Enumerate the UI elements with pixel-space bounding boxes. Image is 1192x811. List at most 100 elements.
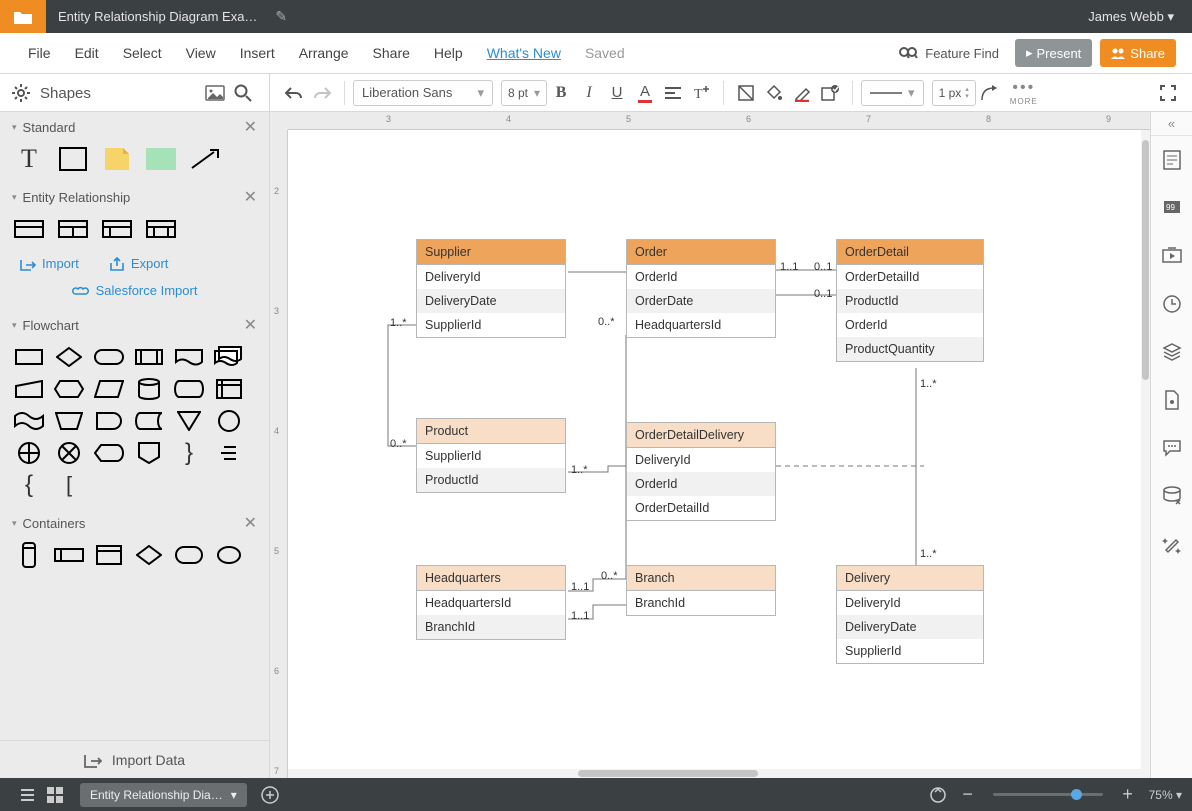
entity-delivery[interactable]: Delivery DeliveryId DeliveryDate Supplie… (836, 565, 984, 664)
menu-edit[interactable]: Edit (63, 45, 111, 61)
menu-help[interactable]: Help (422, 45, 475, 61)
fc-connector[interactable] (214, 410, 244, 432)
menu-view[interactable]: View (174, 45, 228, 61)
shape-er-4[interactable] (146, 218, 176, 240)
entity-order[interactable]: Order OrderId OrderDate HeadquartersId (626, 239, 776, 338)
fc-prep[interactable] (54, 378, 84, 400)
category-er[interactable]: ▾Entity Relationship✕ (0, 182, 269, 212)
entity-product[interactable]: Product SupplierId ProductId (416, 418, 566, 493)
scrollbar-vertical[interactable] (1141, 130, 1150, 778)
shape-er-2[interactable] (58, 218, 88, 240)
add-page-icon[interactable] (255, 780, 285, 810)
entity-headquarters[interactable]: Headquarters HeadquartersId BranchId (416, 565, 566, 640)
line-options-icon[interactable] (976, 79, 1004, 107)
align-icon[interactable] (659, 79, 687, 107)
close-icon[interactable]: ✕ (244, 117, 257, 137)
menu-share[interactable]: Share (361, 45, 422, 61)
fc-offpage[interactable] (134, 442, 164, 464)
er-export-link[interactable]: Export (109, 256, 169, 271)
shape-options-icon[interactable] (816, 79, 844, 107)
fc-bracket[interactable]: [ (54, 474, 84, 496)
sync-icon[interactable] (923, 780, 953, 810)
fc-multidoc[interactable] (214, 346, 244, 368)
shape-arrow[interactable] (190, 148, 220, 170)
fullscreen-icon[interactable] (1154, 79, 1182, 107)
text-color-icon[interactable]: A (631, 79, 659, 107)
insert-image-icon[interactable] (201, 79, 229, 107)
zoom-level[interactable]: 75% ▾ (1149, 788, 1182, 802)
fc-delay[interactable] (94, 410, 124, 432)
close-icon[interactable]: ✕ (244, 513, 257, 533)
shape-note[interactable] (102, 148, 132, 170)
menu-whats-new[interactable]: What's New (475, 45, 573, 61)
fc-papertape[interactable] (14, 410, 44, 432)
fill-color-icon[interactable] (760, 79, 788, 107)
shape-text[interactable]: T (14, 148, 44, 170)
rp-chat-icon[interactable] (1151, 424, 1192, 472)
cont-1[interactable] (14, 544, 44, 566)
cont-5[interactable] (174, 544, 204, 566)
zoom-out-icon[interactable]: − (953, 780, 983, 810)
gear-icon[interactable] (12, 84, 30, 102)
font-select[interactable]: Liberation Sans▾ (353, 80, 493, 106)
italic-icon[interactable]: I (575, 79, 603, 107)
fc-manualin[interactable] (14, 378, 44, 400)
fc-directdata[interactable] (174, 378, 204, 400)
close-icon[interactable]: ✕ (244, 315, 257, 335)
zoom-slider[interactable] (993, 793, 1103, 796)
redo-icon[interactable] (308, 79, 336, 107)
rp-present-icon[interactable] (1151, 232, 1192, 280)
cont-3[interactable] (94, 544, 124, 566)
search-icon[interactable] (229, 79, 257, 107)
category-standard[interactable]: ▾Standard✕ (0, 112, 269, 142)
fc-or[interactable] (14, 442, 44, 464)
fc-predef[interactable] (134, 346, 164, 368)
shape-fill-icon[interactable] (732, 79, 760, 107)
grid-view-icon[interactable] (40, 780, 70, 810)
collapse-panel-icon[interactable]: « (1151, 112, 1192, 136)
rp-layers-icon[interactable] (1151, 328, 1192, 376)
fc-brace-l[interactable]: { (14, 474, 44, 496)
shape-er-1[interactable] (14, 218, 44, 240)
rp-history-icon[interactable] (1151, 280, 1192, 328)
er-import-link[interactable]: Import (20, 256, 79, 271)
menu-insert[interactable]: Insert (228, 45, 287, 61)
entity-orderdetail[interactable]: OrderDetail OrderDetailId ProductId Orde… (836, 239, 984, 362)
line-width-select[interactable]: 1 px▴▾ (932, 80, 976, 106)
border-color-icon[interactable] (788, 79, 816, 107)
fc-note[interactable] (214, 442, 244, 464)
outline-view-icon[interactable] (10, 780, 40, 810)
rp-comment-icon[interactable]: 99 (1151, 184, 1192, 232)
entity-orderdetaildelivery[interactable]: OrderDetailDelivery DeliveryId OrderId O… (626, 422, 776, 521)
fc-data[interactable] (94, 378, 124, 400)
more-button[interactable]: •••MORE (1010, 79, 1038, 106)
entity-branch[interactable]: Branch BranchId (626, 565, 776, 616)
feature-find[interactable]: Feature Find (899, 46, 999, 61)
fc-storeddata[interactable] (134, 410, 164, 432)
fc-intstorage[interactable] (214, 378, 244, 400)
shape-block[interactable] (146, 148, 176, 170)
fc-decision[interactable] (54, 346, 84, 368)
rp-doc-icon[interactable] (1151, 376, 1192, 424)
shape-er-3[interactable] (102, 218, 132, 240)
cont-6[interactable] (214, 544, 244, 566)
page-tab[interactable]: Entity Relationship Dia…▾ (80, 783, 247, 807)
font-size-select[interactable]: 8 pt▾ (501, 80, 547, 106)
underline-icon[interactable]: U (603, 79, 631, 107)
fc-display[interactable] (94, 442, 124, 464)
user-menu[interactable]: James Webb ▾ (1070, 9, 1192, 25)
text-options-icon[interactable]: T (687, 79, 715, 107)
fc-manualop[interactable] (54, 410, 84, 432)
fc-document[interactable] (174, 346, 204, 368)
edit-title-icon[interactable]: ✎ (269, 8, 293, 25)
rp-data-icon[interactable] (1151, 472, 1192, 520)
fc-terminator[interactable] (94, 346, 124, 368)
canvas[interactable]: Supplier DeliveryId DeliveryDate Supplie… (288, 130, 1150, 778)
category-flowchart[interactable]: ▾Flowchart✕ (0, 310, 269, 340)
entity-supplier[interactable]: Supplier DeliveryId DeliveryDate Supplie… (416, 239, 566, 338)
zoom-in-icon[interactable]: + (1113, 780, 1143, 810)
fc-sumjunc[interactable] (54, 442, 84, 464)
menu-select[interactable]: Select (111, 45, 174, 61)
cont-4[interactable] (134, 544, 164, 566)
cont-2[interactable] (54, 544, 84, 566)
